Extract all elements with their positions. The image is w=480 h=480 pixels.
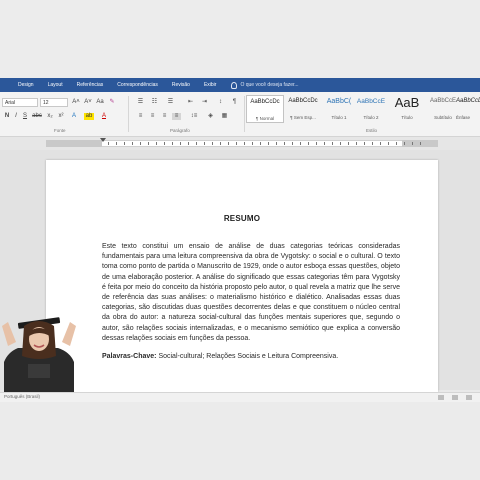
bold-icon[interactable]: N xyxy=(4,113,10,120)
align-left-icon[interactable]: ≡ xyxy=(136,113,145,120)
tab-view[interactable]: Exibir xyxy=(197,78,224,92)
abstract-paragraph: Este texto constitui um ensaio de anális… xyxy=(102,243,400,342)
horizontal-ruler xyxy=(0,137,480,150)
clear-formatting-icon[interactable]: ✎ xyxy=(108,99,116,106)
group-label-font: Fonte xyxy=(54,128,66,133)
align-center-icon[interactable]: ≡ xyxy=(148,113,157,120)
style-title[interactable]: AaB Título xyxy=(388,95,426,123)
keywords-line: Palavras-Chave: Social-cultural; Relaçõe… xyxy=(102,353,400,360)
highlight-icon[interactable]: ab xyxy=(84,113,94,120)
background-top xyxy=(0,0,480,78)
style-name: ¶ Normal xyxy=(255,116,275,121)
ruler-ticks xyxy=(108,142,428,145)
group-label-styles: Estilo xyxy=(366,128,378,133)
multilevel-list-icon[interactable]: ☰ xyxy=(166,99,175,106)
font-name-select[interactable]: Arial xyxy=(2,98,38,107)
style-no-spacing[interactable]: AaBbCcDc ¶ Sem Esp... xyxy=(284,95,322,123)
lightbulb-icon xyxy=(231,81,238,89)
style-sample: AaBbCcD xyxy=(456,98,480,104)
group-label-paragraph: Parágrafo xyxy=(170,128,190,133)
change-case-icon[interactable]: Aa xyxy=(96,99,104,106)
style-normal[interactable]: AaBbCcDc ¶ Normal xyxy=(246,95,284,123)
grow-font-icon[interactable]: A˄ xyxy=(72,99,80,106)
tell-me-text: O que você deseja fazer... xyxy=(240,82,299,88)
style-name: ¶ Sem Esp... xyxy=(290,115,316,120)
presenter-overlay xyxy=(2,317,76,392)
font-size-select[interactable]: 12 xyxy=(40,98,68,107)
status-bar: Português (Brasil) xyxy=(0,392,480,402)
font-color-icon[interactable]: A xyxy=(100,113,108,120)
style-name: Ênfase xyxy=(456,115,471,120)
keywords-text: Social-cultural; Relações Sociais e Leit… xyxy=(158,353,339,360)
shading-icon[interactable]: ◈ xyxy=(206,113,215,120)
align-right-icon[interactable]: ≡ xyxy=(160,113,169,120)
read-mode-icon[interactable] xyxy=(438,395,444,400)
style-name: Título xyxy=(401,115,413,120)
background-bottom xyxy=(0,402,480,480)
tab-design[interactable]: Design xyxy=(0,78,41,92)
line-spacing-icon[interactable]: ↕≡ xyxy=(188,113,200,120)
italic-icon[interactable]: I xyxy=(13,113,19,120)
style-sample: AaBbCcE xyxy=(356,98,386,105)
numbering-icon[interactable]: ☷ xyxy=(150,99,159,106)
style-heading-2[interactable]: AaBbCcE Título 2 xyxy=(352,95,390,123)
text-effects-icon[interactable]: A xyxy=(70,113,78,120)
style-name: Título 2 xyxy=(363,115,379,120)
language-indicator[interactable]: Português (Brasil) xyxy=(4,394,40,399)
ruler-left-margin xyxy=(46,140,102,147)
shrink-font-icon[interactable]: A˅ xyxy=(84,99,92,106)
borders-icon[interactable]: ▦ xyxy=(220,113,229,120)
style-sample: AaBbCcDc xyxy=(250,99,280,105)
superscript-icon[interactable]: x² xyxy=(57,113,65,120)
justify-icon[interactable]: ≡ xyxy=(172,113,181,120)
web-layout-icon[interactable] xyxy=(466,395,472,400)
tab-references[interactable]: Referências xyxy=(70,78,111,92)
tab-layout[interactable]: Layout xyxy=(41,78,70,92)
tell-me-box[interactable]: O que você deseja fazer... xyxy=(231,78,299,92)
show-marks-icon[interactable]: ¶ xyxy=(230,99,239,106)
tab-mailings[interactable]: Correspondências xyxy=(110,78,165,92)
sort-icon[interactable]: ↕ xyxy=(216,99,225,106)
document-title: RESUMO xyxy=(223,214,261,223)
strikethrough-icon[interactable]: abc xyxy=(32,113,42,120)
ribbon-separator xyxy=(128,96,129,132)
style-sample: AaB xyxy=(394,95,420,110)
keywords-label: Palavras-Chave: xyxy=(102,353,157,360)
ribbon-separator xyxy=(244,96,245,132)
ribbon-tab-bar: Design Layout Referências Correspondênci… xyxy=(0,78,480,92)
style-sample: AaBbCcDc xyxy=(288,98,318,104)
document-page[interactable]: RESUMO Este texto constitui um ensaio de… xyxy=(46,160,438,392)
bullets-icon[interactable]: ☰ xyxy=(136,99,145,106)
increase-indent-icon[interactable]: ⇥ xyxy=(200,99,209,106)
style-emphasis[interactable]: AaBbCcD Ênfase xyxy=(456,95,480,123)
decrease-indent-icon[interactable]: ⇤ xyxy=(186,99,195,106)
indent-marker-icon[interactable] xyxy=(100,138,106,142)
tab-review[interactable]: Revisão xyxy=(165,78,197,92)
underline-icon[interactable]: S xyxy=(22,113,28,120)
subscript-icon[interactable]: x₂ xyxy=(46,113,54,120)
print-layout-icon[interactable] xyxy=(452,395,458,400)
